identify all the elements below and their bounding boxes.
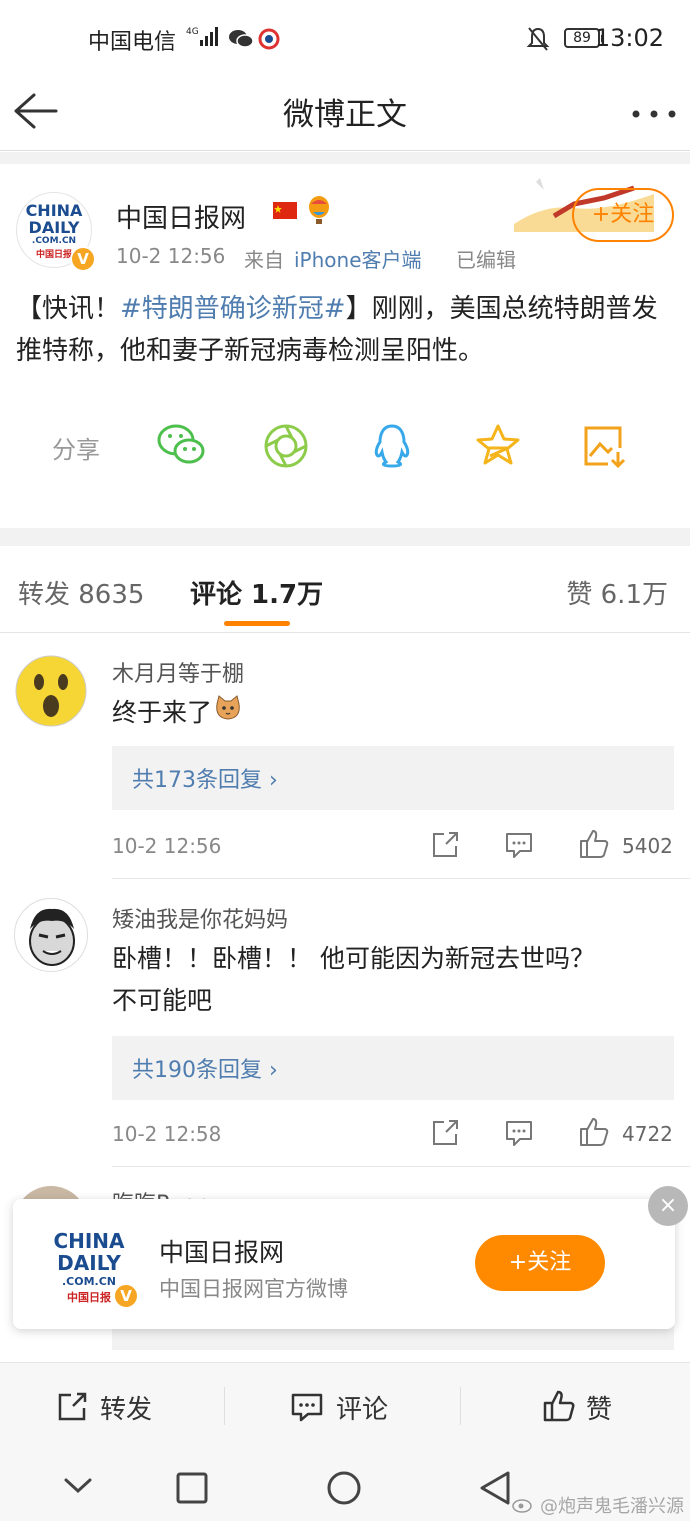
comment-button[interactable]: 评论 xyxy=(336,1389,388,1426)
popup-follow-label: +关注 xyxy=(508,1250,572,1275)
like-count: 4722 xyxy=(622,1122,673,1146)
comment-text: 不可能吧 xyxy=(112,986,213,1015)
wechat-icon[interactable] xyxy=(156,422,208,470)
page-title: 微博正文 xyxy=(283,97,407,133)
divider xyxy=(460,1387,461,1425)
like-thumb-icon[interactable] xyxy=(578,1116,610,1152)
popup-description: 中国日报网官方微博 xyxy=(159,1277,348,1301)
share-label: 分享 xyxy=(52,436,100,464)
verified-badge-icon: V xyxy=(113,1283,139,1309)
follow-suggestion-popup: CHINA DAILY .COM.CN 中国日报 V 中国日报网 中国日报网官方… xyxy=(13,1186,688,1329)
post-author-name[interactable]: 中国日报网 xyxy=(116,198,246,235)
popup-name: 中国日报网 xyxy=(159,1238,285,1267)
reply-count-link[interactable]: 共190条回复 › xyxy=(112,1036,674,1100)
svg-text:4G: 4G xyxy=(186,27,199,37)
avatar-text: CHINA xyxy=(53,1229,125,1253)
repost-icon xyxy=(56,1391,88,1427)
verified-badge-icon: V xyxy=(70,246,96,272)
repost-button[interactable]: 转发 xyxy=(100,1389,152,1426)
status-bar: 中国电信 4G 89 13:02 xyxy=(0,0,690,75)
comment-author-name[interactable]: 矮油我是你花妈妈 xyxy=(112,902,288,934)
avatar-text: DAILY xyxy=(57,1251,121,1275)
signal-icon: 4G xyxy=(186,24,222,50)
carrier-label: 中国电信 xyxy=(88,30,177,55)
like-count: 5402 xyxy=(622,834,673,858)
reply-count-label: 共173条回复 › xyxy=(132,768,278,793)
bottom-action-bar: 转发 评论 赞 xyxy=(0,1362,690,1448)
china-flag-icon xyxy=(272,200,298,222)
divider xyxy=(0,528,690,546)
post-body: 【快讯！#特朗普确诊新冠#】刚刚，美国总统特朗普发推特称，他和妻子新冠病毒检测呈… xyxy=(16,288,676,372)
post-source-prefix: 来自 xyxy=(244,248,284,272)
comment-author-name[interactable]: 木月月等于棚 xyxy=(112,656,244,688)
follow-button-label: +关注 xyxy=(591,202,655,227)
nav-back-icon[interactable] xyxy=(478,1470,512,1510)
reply-count-label: 共190条回复 › xyxy=(132,1058,278,1083)
clock: 13:02 xyxy=(594,24,664,52)
nav-recents-icon[interactable] xyxy=(176,1472,208,1508)
comment-text: 终于来了 xyxy=(112,692,242,735)
qzone-icon[interactable] xyxy=(474,422,526,470)
follow-button[interactable]: +关注 xyxy=(572,188,674,242)
share-comment-icon[interactable] xyxy=(430,1118,460,1152)
active-tab-indicator xyxy=(224,621,290,626)
avatar-text: DAILY xyxy=(28,218,80,237)
balloon-icon xyxy=(306,196,332,226)
app-status-icon xyxy=(258,28,280,54)
like-icon xyxy=(542,1389,576,1427)
nav-home-icon[interactable] xyxy=(326,1470,362,1510)
comment-icon xyxy=(290,1391,324,1427)
comment-text-content: 终于来了 xyxy=(112,698,213,727)
moments-icon[interactable] xyxy=(262,422,314,470)
reply-comment-icon[interactable] xyxy=(504,830,534,864)
mute-bell-icon xyxy=(526,26,550,56)
divider xyxy=(0,632,690,633)
comment-text: 卧槽！！卧槽！！ 他可能因为新冠去世吗？ xyxy=(112,944,595,973)
save-image-icon[interactable] xyxy=(580,422,632,470)
reply-count-link[interactable]: 共173条回复 › xyxy=(112,746,674,810)
post-text-part: 【快讯！ xyxy=(16,294,121,324)
post-edited-label: 已编辑 xyxy=(456,248,516,272)
nav-hide-icon[interactable] xyxy=(62,1474,94,1500)
divider xyxy=(112,1166,690,1167)
tab-like[interactable]: 赞 6.1万 xyxy=(566,574,668,611)
more-dots-icon[interactable] xyxy=(630,105,680,118)
post-date: 10-2 12:56 xyxy=(116,244,226,268)
comment-time: 10-2 12:56 xyxy=(112,834,222,858)
hashtag-link[interactable]: #特朗普确诊新冠# xyxy=(120,294,346,324)
comment-time: 10-2 12:58 xyxy=(112,1122,222,1146)
divider xyxy=(224,1387,225,1425)
qq-icon[interactable] xyxy=(368,422,420,470)
wechat-status-icon xyxy=(228,28,254,54)
watermark: @炮声鬼毛潘兴源 xyxy=(540,1496,684,1517)
close-icon[interactable]: × xyxy=(648,1186,688,1226)
like-button[interactable]: 赞 xyxy=(586,1389,612,1426)
tab-comment[interactable]: 评论 1.7万 xyxy=(190,574,323,611)
avatar[interactable] xyxy=(14,654,88,728)
divider xyxy=(0,152,690,164)
avatar[interactable] xyxy=(14,898,88,972)
reply-comment-icon[interactable] xyxy=(504,1118,534,1152)
divider xyxy=(112,878,690,879)
weibo-watermark-icon xyxy=(512,1494,534,1518)
avatar-text: .COM.CN xyxy=(31,236,77,246)
title-bar: 微博正文 xyxy=(0,75,690,151)
like-thumb-icon[interactable] xyxy=(578,828,610,864)
cat-emoji-icon xyxy=(214,693,242,735)
tab-repost[interactable]: 转发 8635 xyxy=(18,574,144,611)
popup-follow-button[interactable]: +关注 xyxy=(475,1235,605,1291)
post-source-link[interactable]: iPhone客户端 xyxy=(294,244,422,273)
share-comment-icon[interactable] xyxy=(430,830,460,864)
